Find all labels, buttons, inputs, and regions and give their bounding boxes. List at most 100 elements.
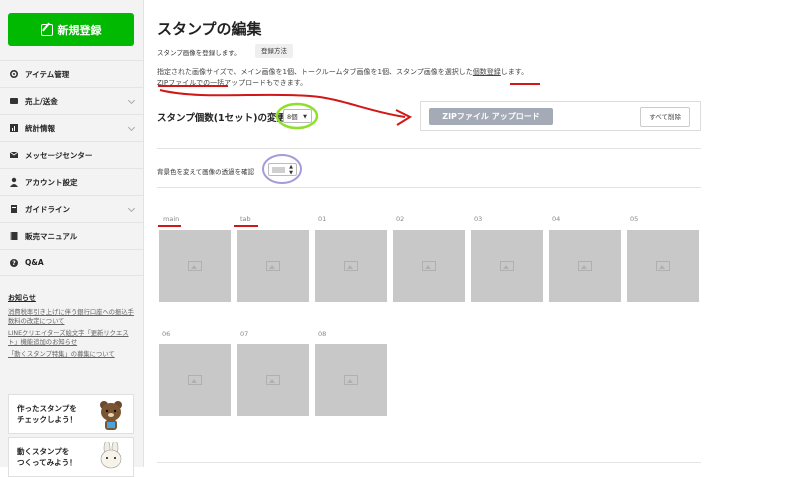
page-title: スタンプの編集	[157, 20, 262, 38]
image-placeholder-icon	[656, 261, 670, 271]
gear-icon	[9, 69, 19, 79]
qa-icon: ?	[10, 258, 18, 267]
new-registration-label: 新規登録	[57, 23, 102, 37]
tile-label-05: 05	[630, 215, 639, 223]
page-subtitle: スタンプ画像を登録します。	[157, 49, 241, 57]
bear-character-icon	[100, 401, 122, 430]
image-placeholder-icon	[344, 375, 358, 385]
sticker-tile-02[interactable]	[393, 230, 465, 302]
banner-line: 作ったスタンプを	[17, 404, 77, 413]
background-color-select[interactable]: ▲ ▼	[268, 163, 297, 176]
notice-link[interactable]: 「動くスタンプ特集」の募集について	[8, 350, 136, 359]
rabbit-character-icon	[100, 442, 122, 469]
tile-label-08: 08	[318, 330, 327, 338]
new-registration-button[interactable]: 新規登録	[8, 13, 134, 46]
color-swatch	[272, 167, 285, 173]
tile-label-main: main	[163, 215, 180, 223]
tile-label-07: 07	[240, 330, 249, 338]
book-icon	[11, 205, 17, 213]
main-content: スタンプの編集 スタンプ画像を登録します。 登録方法 指定された画像サイズで、メ…	[143, 0, 800, 467]
sidebar-item-items[interactable]: アイテム管理	[0, 60, 143, 87]
notice-title: お知らせ	[8, 294, 36, 302]
sticker-tile-06[interactable]	[159, 344, 231, 416]
image-placeholder-icon	[188, 375, 202, 385]
sidebar-item-account[interactable]: アカウント設定	[0, 168, 143, 195]
description: 指定された画像サイズで、メイン画像を1個、トークルームタブ画像を1個、スタンプ画…	[157, 67, 677, 89]
chart-icon	[10, 124, 18, 132]
tile-label-06: 06	[162, 330, 171, 338]
sidebar-item-sales[interactable]: 売上/送金	[0, 87, 143, 114]
sticker-tile-03[interactable]	[471, 230, 543, 302]
image-placeholder-icon	[344, 261, 358, 271]
image-placeholder-icon	[188, 261, 202, 271]
sidebar-item-stats[interactable]: 統計情報	[0, 114, 143, 141]
sticker-tile-05[interactable]	[627, 230, 699, 302]
sticker-tile-04[interactable]	[549, 230, 621, 302]
background-color-label: 背景色を変えて画像の透過を確認	[157, 168, 255, 176]
description-text: 指定された画像サイズで、メイン画像を1個、トークルームタブ画像を1個、スタンプ画…	[157, 68, 473, 76]
sidebar-item-label: ガイドライン	[25, 204, 70, 214]
image-placeholder-icon	[578, 261, 592, 271]
animated-stickers-banner[interactable]: 動くスタンプを つくってみよう！	[8, 437, 134, 477]
image-placeholder-icon	[500, 261, 514, 271]
image-placeholder-icon	[422, 261, 436, 271]
notice-link[interactable]: LINEクリエイターズ絵文字「更新リクエスト」機能追加のお知らせ	[8, 329, 136, 347]
tile-label-04: 04	[552, 215, 561, 223]
sidebar-item-guidelines[interactable]: ガイドライン	[0, 195, 143, 222]
banner-text: 動くスタンプを つくってみよう！	[17, 446, 77, 468]
updown-arrow-icon: ▲ ▼	[289, 164, 293, 176]
notice-link[interactable]: 消費税率引き上げに伴う銀行口座への振込手数料の改定について	[8, 308, 136, 326]
sidebar-item-label: 統計情報	[25, 123, 55, 133]
svg-text:?: ?	[12, 260, 16, 267]
howto-button[interactable]: 登録方法	[255, 44, 293, 58]
sidebar-item-manual[interactable]: 販売マニュアル	[0, 222, 143, 249]
banner-line: 動くスタンプを	[17, 447, 70, 456]
chevron-down-icon	[127, 204, 136, 213]
tile-label-03: 03	[474, 215, 483, 223]
tile-label-tab: tab	[240, 215, 251, 223]
sticker-tile-07[interactable]	[237, 344, 309, 416]
zip-upload-button[interactable]: ZIPファイル アップロード	[429, 108, 553, 125]
sidebar-item-label: Q&A	[25, 258, 44, 267]
edit-icon	[40, 23, 53, 36]
chevron-down-icon	[127, 96, 136, 105]
manual-icon	[10, 232, 18, 240]
sidebar-item-label: 販売マニュアル	[25, 231, 78, 241]
sidebar-item-label: アカウント設定	[25, 177, 78, 187]
tile-label-01: 01	[318, 215, 327, 223]
sidebar-item-label: 売上/送金	[25, 96, 58, 106]
divider	[157, 148, 701, 149]
sticker-count-select[interactable]: 8個 ▼	[283, 109, 312, 123]
banner-line: チェックしよう！	[17, 415, 77, 424]
description-text: ZIPファイルでの一括アップロードもできます。	[157, 79, 308, 87]
image-placeholder-icon	[266, 375, 280, 385]
dropdown-arrow-icon: ▼	[303, 114, 307, 120]
sidebar-item-messages[interactable]: メッセージセンター	[0, 141, 143, 168]
image-placeholder-icon	[266, 261, 280, 271]
divider	[157, 462, 701, 463]
sidebar-item-qa[interactable]: ? Q&A	[0, 249, 143, 276]
description-text: します。	[500, 68, 529, 76]
sticker-count-label: スタンプ個数(1セット)の変更	[157, 113, 287, 124]
sticker-tile-01[interactable]	[315, 230, 387, 302]
wallet-icon	[10, 98, 18, 104]
banner-text: 作ったスタンプを チェックしよう！	[17, 403, 77, 425]
sticker-count-value: 8個	[287, 113, 298, 121]
sticker-tile-tab[interactable]	[237, 230, 309, 302]
zip-upload-box: ZIPファイル アップロード すべて削除	[420, 101, 701, 131]
mail-icon	[9, 151, 19, 158]
sidebar: 新規登録 アイテム管理 売上/送金 統計情報 メッセージセンター アカウント設定…	[0, 0, 144, 477]
user-icon	[10, 177, 18, 187]
divider	[157, 187, 701, 188]
sidebar-item-label: アイテム管理	[25, 69, 70, 79]
tile-label-02: 02	[396, 215, 405, 223]
sidebar-item-label: メッセージセンター	[25, 150, 93, 160]
delete-all-button[interactable]: すべて削除	[640, 107, 690, 127]
sidebar-menu: アイテム管理 売上/送金 統計情報 メッセージセンター アカウント設定 ガイドラ…	[0, 60, 143, 276]
banner-line: つくってみよう！	[17, 458, 77, 467]
chevron-down-icon	[127, 123, 136, 132]
sticker-tile-main[interactable]	[159, 230, 231, 302]
sticker-tile-08[interactable]	[315, 344, 387, 416]
check-stickers-banner[interactable]: 作ったスタンプを チェックしよう！	[8, 394, 134, 434]
description-emphasis: 個数登録	[472, 68, 501, 76]
